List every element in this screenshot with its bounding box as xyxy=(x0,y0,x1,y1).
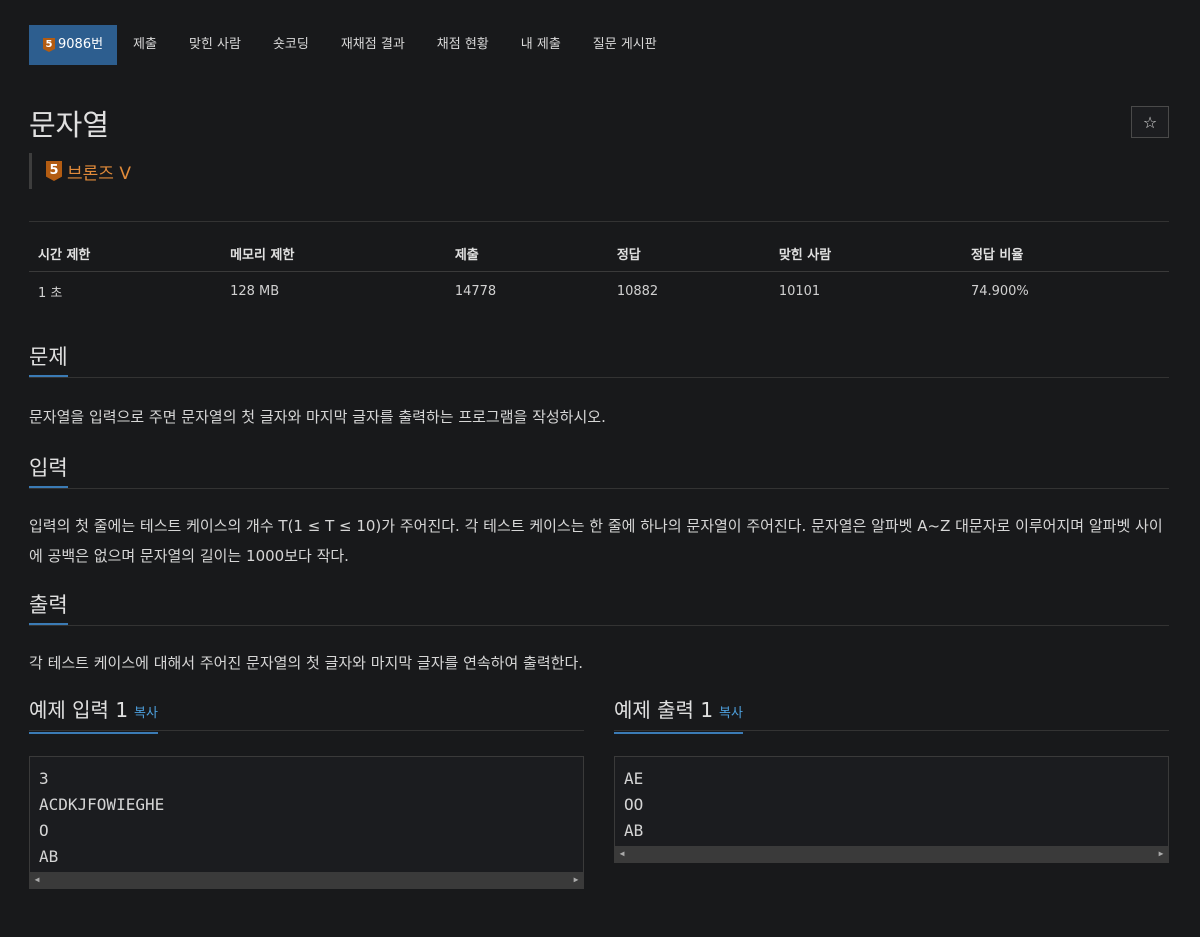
sample-input-line: 3 xyxy=(39,769,49,788)
info-value-row: 1 초 128 MB 14778 10882 10101 74.900% xyxy=(29,272,1169,312)
copy-button[interactable]: 복사 xyxy=(134,706,158,721)
sample-output-line: OO xyxy=(624,795,644,814)
tab-problem[interactable]: 5 9086번 xyxy=(29,25,118,65)
output-heading: 출력 xyxy=(29,587,68,625)
header-solved-users: 맞힌 사람 xyxy=(769,236,962,272)
sample-input-line: ACDKJFOWIEGHE xyxy=(39,795,165,814)
page: 5 9086번 제출 맞힌 사람 숏코딩 재채점 결과 채점 현황 내 제출 질… xyxy=(29,25,1169,889)
header-submissions: 제출 xyxy=(445,236,608,272)
problem-info-table: 시간 제한 메모리 제한 제출 정답 맞힌 사람 정답 비율 1 초 128 M… xyxy=(29,236,1169,311)
value-time-limit: 1 초 xyxy=(38,286,63,301)
sample-output-line: AE xyxy=(624,769,644,788)
sample-input-box: 3 ACDKJFOWIEGHE O AB ◀ ▶ xyxy=(29,756,584,889)
header-memory-limit: 메모리 제한 xyxy=(221,236,446,272)
problem-description: 문자열을 입력으로 주면 문자열의 첫 글자와 마지막 글자를 출력하는 프로그… xyxy=(29,408,606,426)
problem-nav: 5 9086번 제출 맞힌 사람 숏코딩 재채점 결과 채점 현황 내 제출 질… xyxy=(29,25,1169,66)
scroll-right-icon[interactable]: ▶ xyxy=(1154,846,1168,862)
scroll-left-icon[interactable]: ◀ xyxy=(615,846,629,862)
section-heading: 출력 xyxy=(29,587,1169,626)
title-row: 문자열 ☆ xyxy=(29,106,1169,146)
header-correct: 정답 xyxy=(607,236,770,272)
info-header-row: 시간 제한 메모리 제한 제출 정답 맞힌 사람 정답 비율 xyxy=(29,236,1169,272)
sample-input-heading: 예제 입력 1 복사 xyxy=(29,692,158,734)
tier-label[interactable]: 브론즈 V xyxy=(67,159,131,184)
value-submissions: 14778 xyxy=(454,284,497,299)
divider xyxy=(29,221,1169,222)
value-correct-ratio: 74.900% xyxy=(970,284,1029,299)
scroll-left-icon[interactable]: ◀ xyxy=(30,872,44,888)
section-heading: 입력 xyxy=(29,450,1169,489)
section-heading: 예제 입력 1 복사 xyxy=(29,692,584,734)
star-icon: ☆ xyxy=(1142,113,1158,132)
tab-question-board[interactable]: 질문 게시판 xyxy=(577,25,673,65)
sample-output: 예제 출력 1 복사 AE OO AB ◀ ▶ xyxy=(614,692,1169,889)
value-correct: 10882 xyxy=(616,284,659,299)
horizontal-scrollbar[interactable]: ◀ ▶ xyxy=(30,872,583,888)
section-heading: 문제 xyxy=(29,339,1169,378)
value-memory-limit: 128 MB xyxy=(230,284,280,299)
value-solved-users: 10101 xyxy=(778,284,821,299)
bronze-tier-icon: 5 xyxy=(46,161,62,181)
sample-output-line: AB xyxy=(624,821,644,840)
tab-short-coding[interactable]: 숏코딩 xyxy=(257,25,325,65)
output-description: 각 테스트 케이스에 대해서 주어진 문자열의 첫 글자와 마지막 글자를 연속… xyxy=(29,654,584,672)
sample-output-heading: 예제 출력 1 복사 xyxy=(614,692,743,734)
tab-rejudge-results[interactable]: 재채점 결과 xyxy=(325,25,421,65)
star-button[interactable]: ☆ xyxy=(1131,106,1169,138)
sample-input-line: O xyxy=(39,821,49,840)
section-output: 출력 각 테스트 케이스에 대해서 주어진 문자열의 첫 글자와 마지막 글자를… xyxy=(29,587,1169,678)
tab-submit[interactable]: 제출 xyxy=(117,25,173,65)
scroll-right-icon[interactable]: ▶ xyxy=(569,872,583,888)
tab-problem-label: 9086번 xyxy=(58,37,104,52)
input-description: 입력의 첫 줄에는 테스트 케이스의 개수 T(1 ≤ T ≤ 10)가 주어진… xyxy=(29,517,1163,565)
input-heading: 입력 xyxy=(29,450,68,488)
horizontal-scrollbar[interactable]: ◀ ▶ xyxy=(615,846,1168,862)
sample-input: 예제 입력 1 복사 3 ACDKJFOWIEGHE O AB ◀ ▶ xyxy=(29,692,584,889)
section-heading: 예제 출력 1 복사 xyxy=(614,692,1169,734)
tab-judge-status[interactable]: 채점 현황 xyxy=(421,25,505,65)
sample-input-line: AB xyxy=(39,847,59,866)
bronze-tier-icon: 5 xyxy=(43,38,55,52)
copy-button[interactable]: 복사 xyxy=(719,706,743,721)
samples: 예제 입력 1 복사 3 ACDKJFOWIEGHE O AB ◀ ▶ 예제 출력… xyxy=(29,692,1169,889)
header-correct-ratio: 정답 비율 xyxy=(961,236,1169,272)
sample-output-title: 예제 출력 1 xyxy=(614,698,714,722)
tier-row: 5 브론즈 V xyxy=(29,153,1169,189)
problem-heading: 문제 xyxy=(29,339,68,377)
page-title: 문자열 xyxy=(29,108,110,142)
section-problem: 문제 문자열을 입력으로 주면 문자열의 첫 글자와 마지막 글자를 출력하는 … xyxy=(29,339,1169,432)
tab-my-submissions[interactable]: 내 제출 xyxy=(505,25,577,65)
sample-output-box: AE OO AB ◀ ▶ xyxy=(614,756,1169,863)
tab-solved-users[interactable]: 맞힌 사람 xyxy=(173,25,257,65)
sample-input-title: 예제 입력 1 xyxy=(29,698,129,722)
section-input: 입력 입력의 첫 줄에는 테스트 케이스의 개수 T(1 ≤ T ≤ 10)가 … xyxy=(29,450,1169,571)
header-time-limit: 시간 제한 xyxy=(29,236,222,272)
